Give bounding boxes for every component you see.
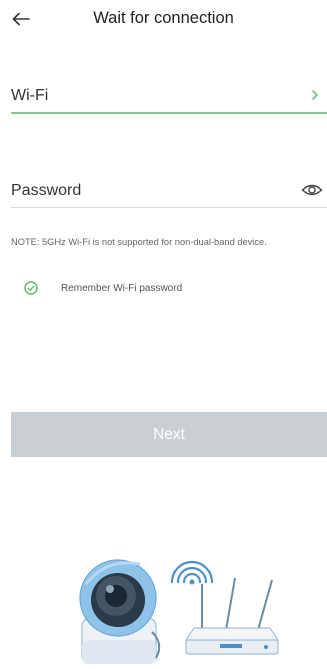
eye-icon[interactable] [301,182,323,198]
wifi-selector[interactable]: Wi-Fi [11,79,327,114]
password-underline [11,207,327,208]
remember-label: Remember Wi-Fi password [61,282,183,294]
remember-password-option[interactable]: Remember Wi-Fi password [24,280,182,296]
chevron-right-icon [312,90,318,100]
wifi-underline [11,112,327,114]
camera-router-illustration [60,540,290,665]
next-button[interactable]: Next [11,412,327,457]
dual-band-note: NOTE: 5GHz Wi-Fi is not supported for no… [11,237,267,247]
camera-image [79,559,161,665]
password-field[interactable]: Password [11,174,327,208]
password-label: Password [11,182,82,199]
check-circle-icon[interactable] [24,281,38,295]
header-bar: Wait for connection [0,0,327,40]
device-illustration [79,559,279,665]
wifi-label: Wi-Fi [11,87,49,104]
page-title: Wait for connection [93,9,234,27]
wifi-signal-icon [170,560,214,585]
router-image [185,577,279,655]
